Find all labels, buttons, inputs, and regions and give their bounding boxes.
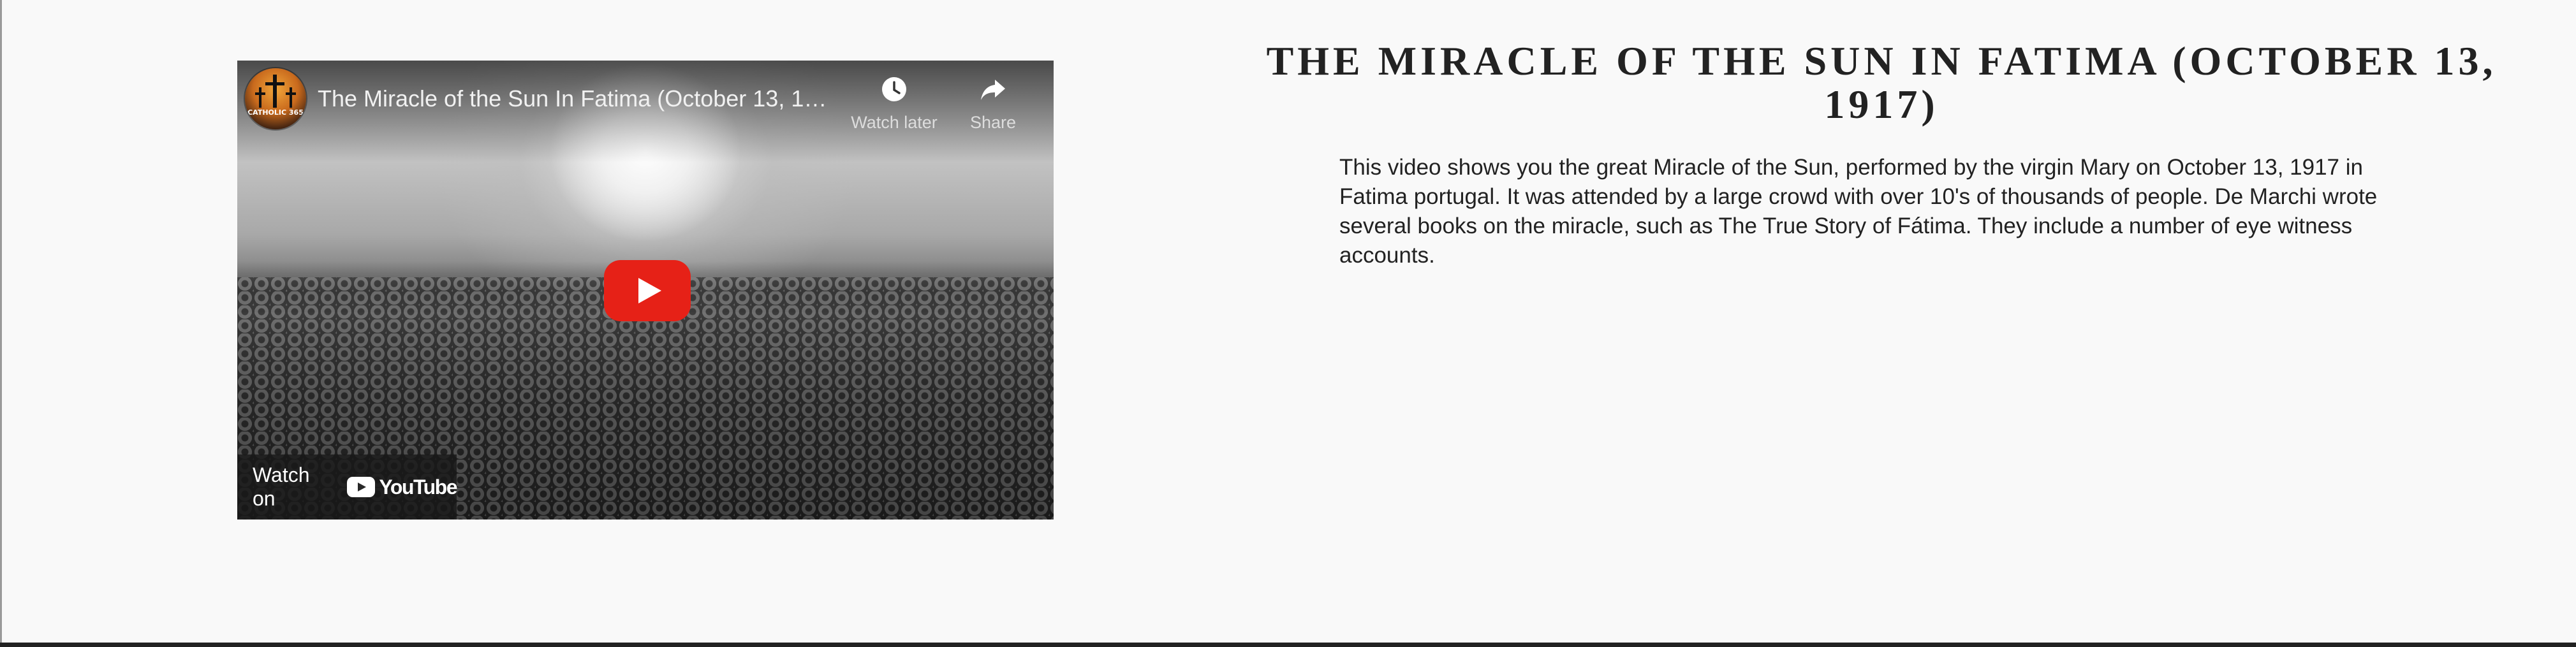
play-button[interactable] — [604, 260, 691, 321]
channel-avatar-text: CATHOLIC 365 — [247, 108, 304, 117]
video-title[interactable]: The Miracle of the Sun In Fatima (Octobe… — [318, 85, 828, 113]
watch-on-label: Watch on — [253, 463, 310, 510]
watch-on-youtube-link[interactable]: Watch on YouTube — [237, 454, 457, 520]
watch-later-button[interactable]: Watch later — [850, 73, 939, 133]
youtube-embed[interactable]: CATHOLIC 365 The Miracle of the Sun In F… — [237, 61, 1054, 520]
bottom-border — [0, 643, 2576, 647]
left-border — [0, 0, 2, 647]
page-title: THE MIRACLE OF THE SUN IN FATIMA (OCTOBE… — [1266, 38, 2497, 127]
clock-icon — [882, 77, 906, 101]
video-description: This video shows you the great Miracle o… — [1339, 155, 2378, 268]
watch-later-label: Watch later — [851, 113, 938, 132]
channel-avatar[interactable]: CATHOLIC 365 — [245, 68, 306, 129]
share-label: Share — [969, 113, 1017, 132]
share-arrow-icon — [981, 80, 1005, 100]
share-button[interactable]: Share — [948, 73, 1038, 133]
youtube-logo-icon: YouTube — [347, 476, 457, 499]
youtube-wordmark: YouTube — [379, 475, 457, 498]
cross-icon — [255, 75, 296, 108]
